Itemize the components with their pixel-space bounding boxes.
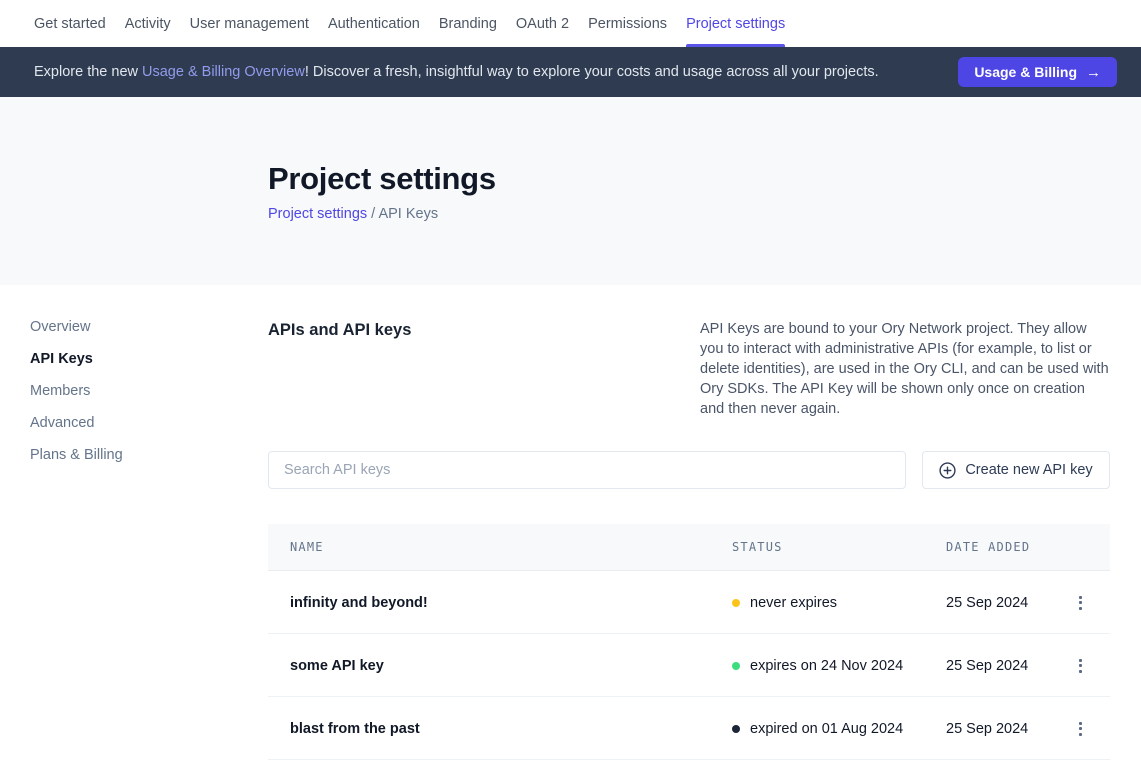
search-input[interactable]: [268, 451, 906, 489]
section-title: APIs and API keys: [268, 319, 411, 419]
create-api-key-button-label: Create new API key: [965, 462, 1092, 478]
column-header-status: STATUS: [732, 540, 946, 554]
create-api-key-button[interactable]: Create new API key: [922, 451, 1110, 489]
section-header: APIs and API keys API Keys are bound to …: [268, 319, 1110, 419]
api-key-status: never expires: [732, 595, 946, 611]
breadcrumb-project-settings-link[interactable]: Project settings: [268, 206, 367, 222]
column-header-name: NAME: [290, 540, 732, 554]
api-key-date-added: 25 Sep 2024: [946, 721, 1050, 737]
content-area: Overview API Keys Members Advanced Plans…: [0, 285, 1141, 760]
row-actions-kebab-icon[interactable]: [1050, 697, 1110, 760]
nav-item-get-started[interactable]: Get started: [34, 0, 106, 47]
sidebar-item-members[interactable]: Members: [30, 375, 268, 407]
status-text: expired on 01 Aug 2024: [750, 721, 903, 737]
banner-text-before: Explore the new: [34, 64, 142, 80]
nav-item-oauth2[interactable]: OAuth 2: [516, 0, 569, 47]
breadcrumb-separator: /: [367, 206, 378, 222]
status-text: expires on 24 Nov 2024: [750, 658, 903, 674]
api-key-status: expired on 01 Aug 2024: [732, 721, 946, 737]
api-keys-section: APIs and API keys API Keys are bound to …: [268, 285, 1110, 760]
api-key-name: infinity and beyond!: [290, 595, 732, 611]
api-keys-table: NAME STATUS DATE ADDED infinity and beyo…: [268, 524, 1110, 760]
breadcrumb: Project settings / API Keys: [268, 206, 1141, 222]
settings-sidebar: Overview API Keys Members Advanced Plans…: [0, 285, 268, 760]
breadcrumb-current: API Keys: [378, 206, 438, 222]
api-key-name: blast from the past: [290, 721, 732, 737]
status-dot: [732, 662, 740, 670]
nav-item-project-settings[interactable]: Project settings: [686, 0, 785, 47]
top-nav: Get started Activity User management Aut…: [0, 0, 1141, 47]
nav-item-branding[interactable]: Branding: [439, 0, 497, 47]
api-key-status: expires on 24 Nov 2024: [732, 658, 946, 674]
page-header: Project settings Project settings / API …: [0, 97, 1141, 285]
api-key-name: some API key: [290, 658, 732, 674]
usage-billing-overview-link[interactable]: Usage & Billing Overview: [142, 64, 305, 80]
api-key-date-added: 25 Sep 2024: [946, 595, 1050, 611]
row-actions-kebab-icon[interactable]: [1050, 634, 1110, 697]
table-header-row: NAME STATUS DATE ADDED: [268, 524, 1110, 571]
table-controls: Create new API key: [268, 451, 1110, 489]
arrow-right-icon: →: [1086, 64, 1101, 81]
api-key-date-added: 25 Sep 2024: [946, 658, 1050, 674]
page-title: Project settings: [268, 161, 1141, 197]
sidebar-item-plans-billing[interactable]: Plans & Billing: [30, 439, 268, 471]
status-dot: [732, 725, 740, 733]
status-text: never expires: [750, 595, 837, 611]
table-row: infinity and beyond! never expires 25 Se…: [268, 571, 1110, 634]
usage-billing-button-label: Usage & Billing: [974, 64, 1077, 80]
row-actions-kebab-icon[interactable]: [1050, 571, 1110, 634]
nav-item-authentication[interactable]: Authentication: [328, 0, 420, 47]
column-header-date-added: DATE ADDED: [946, 540, 1050, 554]
table-row: blast from the past expired on 01 Aug 20…: [268, 697, 1110, 760]
sidebar-item-overview[interactable]: Overview: [30, 311, 268, 343]
section-description: API Keys are bound to your Ory Network p…: [700, 319, 1110, 419]
nav-item-activity[interactable]: Activity: [125, 0, 171, 47]
banner-text-after: ! Discover a fresh, insightful way to ex…: [305, 64, 879, 80]
sidebar-item-advanced[interactable]: Advanced: [30, 407, 268, 439]
status-dot: [732, 599, 740, 607]
banner-text: Explore the new Usage & Billing Overview…: [34, 64, 879, 80]
plus-circle-icon: [939, 462, 956, 479]
sidebar-item-api-keys[interactable]: API Keys: [30, 343, 268, 375]
announcement-banner: Explore the new Usage & Billing Overview…: [0, 47, 1141, 97]
usage-billing-button[interactable]: Usage & Billing →: [958, 57, 1117, 87]
table-row: some API key expires on 24 Nov 2024 25 S…: [268, 634, 1110, 697]
nav-item-permissions[interactable]: Permissions: [588, 0, 667, 47]
nav-item-user-management[interactable]: User management: [190, 0, 309, 47]
